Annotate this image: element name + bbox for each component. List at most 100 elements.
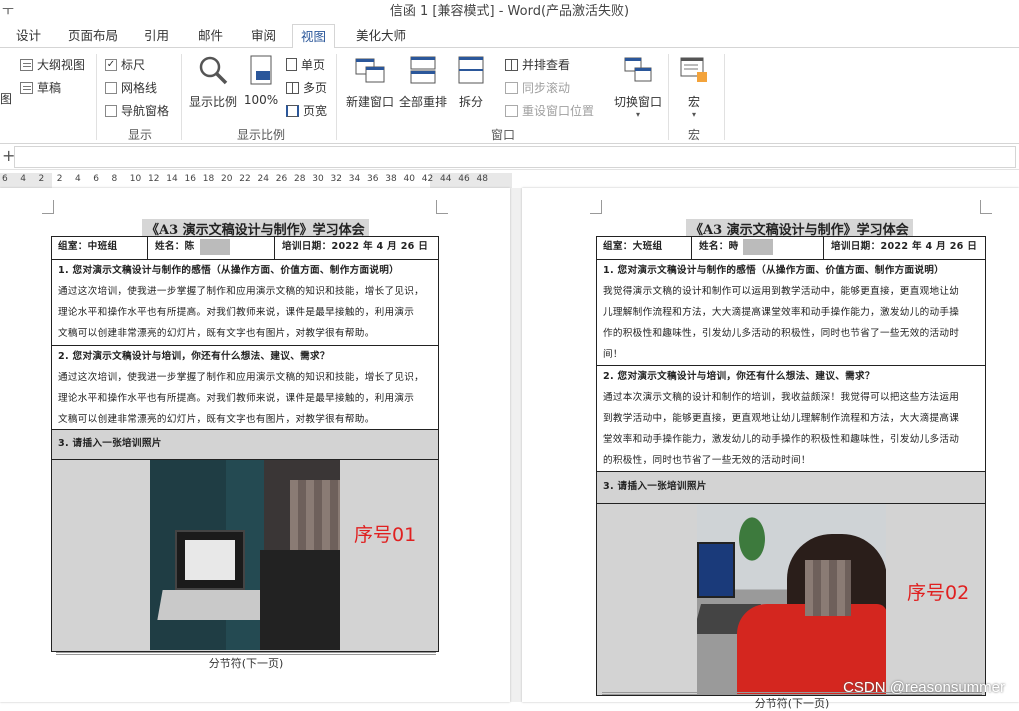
horizontal-ruler[interactable]: 6 4 2 2 4 6 8 10 12 14 16 18 20 22 24 26 28 30 32 34 36 38 40 4…: [0, 173, 512, 188]
q1-cell: 1. 您对演示文稿设计与制作的感悟（从操作方面、价值方面、制作方面说明） 通过这…: [52, 259, 438, 345]
document-canvas[interactable]: 《A3 演示文稿设计与制作》学习体会 组室：中班组 姓名：陈 培训日期：2022…: [0, 188, 1019, 710]
report-table[interactable]: 组室：中班组 姓名：陈 培训日期：2022 年 4 月 26 日 1. 您对演示…: [51, 236, 439, 652]
ribbon: 图 大纲视图 草稿 ✓ 标尺 网格线 导航窗格 显示 显示比例 100% 单页 …: [0, 48, 1019, 144]
quick-access-icon[interactable]: ㅜ: [2, 0, 14, 24]
toolbar-input[interactable]: [14, 146, 1016, 168]
ruler-number: 36: [367, 174, 379, 184]
photo-cell: 序号02: [597, 503, 985, 695]
ruler-check-icon: ✓: [105, 58, 117, 71]
ruler-number: 18: [202, 174, 215, 184]
ruler-number: 48: [476, 174, 488, 184]
section-break: 分节符(下一页): [56, 652, 436, 671]
tab-view[interactable]: 视图: [292, 24, 336, 49]
gridlines-checkbox[interactable]: 网格线: [105, 79, 157, 96]
reset-position-icon: [505, 104, 518, 117]
tab-references[interactable]: 引用: [136, 24, 177, 48]
q2-cell: 2. 您对演示文稿设计与培训，你还有什么想法、建议、需求？ 通过本次演示文稿的设…: [597, 365, 985, 471]
zoom-button[interactable]: 显示比例: [188, 54, 238, 110]
a1-line: 作的积极性和趣味性，引发幼儿多活动的积极性，同时也节省了一些无效的活动时: [603, 328, 960, 339]
outline-view-label: 大纲视图: [37, 58, 86, 72]
a1-line: 我觉得演示文稿的设计和制作可以运用到教学活动中，能够更直接，更直观地让幼: [603, 286, 960, 297]
view-partial-label[interactable]: 图: [0, 90, 12, 107]
q2-text: 2. 您对演示文稿设计与培训，你还有什么想法、建议、需求？: [603, 371, 875, 382]
switch-windows-button[interactable]: 切换窗口 ▾: [610, 54, 666, 119]
chevron-down-icon: ▾: [691, 110, 696, 119]
q2-text: 2. 您对演示文稿设计与培训，你还有什么想法、建议、需求？: [58, 351, 330, 362]
group-divider: [724, 54, 725, 140]
macros-label: 宏: [687, 95, 700, 109]
ruler-number: 46: [458, 174, 470, 184]
page-100-icon: [250, 55, 272, 85]
face-mosaic: [805, 560, 851, 616]
split-button[interactable]: 拆分: [454, 54, 488, 110]
side-by-side-button[interactable]: 并排查看: [505, 56, 570, 73]
chevron-down-icon: ▾: [635, 110, 640, 119]
q2-cell: 2. 您对演示文稿设计与培训，你还有什么想法、建议、需求？ 通过这次培训，使我进…: [52, 345, 438, 429]
tab-design[interactable]: 设计: [8, 24, 49, 48]
page-width-button[interactable]: 页宽: [286, 102, 327, 119]
ruler-number: 10: [129, 174, 142, 184]
q3-cell: 3. 请插入一张培训照片: [597, 471, 985, 503]
arrange-all-button[interactable]: 全部重排: [398, 54, 448, 110]
tab-beautify[interactable]: 美化大师: [348, 24, 414, 48]
person-body: [260, 550, 340, 650]
ruler-number: 12: [148, 174, 160, 184]
gridlines-label: 网格线: [121, 81, 158, 95]
switch-windows-icon: [624, 57, 652, 82]
group-cell: 组室：大班组: [603, 241, 663, 252]
group-divider: [668, 54, 669, 140]
q1-cell: 1. 您对演示文稿设计与制作的感悟（从操作方面、价值方面、制作方面说明） 我觉得…: [597, 259, 985, 365]
report-table[interactable]: 组室：大班组 姓名：時 培训日期：2022 年 4 月 26 日 1. 您对演示…: [596, 236, 986, 696]
tab-review[interactable]: 审阅: [243, 24, 284, 48]
macros-button[interactable]: 宏 ▾: [676, 54, 712, 119]
window-title: 信函 1 [兼容模式] - Word(产品激活失败): [389, 4, 630, 19]
new-window-button[interactable]: 新建窗口: [343, 54, 397, 110]
group-cell: 组室：中班组: [58, 241, 118, 252]
nav-pane-label: 导航窗格: [121, 104, 170, 118]
magnifier-icon: [199, 56, 228, 85]
training-photo[interactable]: [150, 460, 340, 650]
outline-view-button[interactable]: 大纲视图: [20, 56, 85, 73]
ruler-number: 20: [221, 174, 233, 184]
q3-text: 3. 请插入一张培训照片: [58, 438, 162, 449]
margin-corner-mark: [980, 200, 992, 214]
monitor: [697, 542, 735, 598]
a2-line: 通过这次培训，使我进一步掌握了制作和应用演示文稿的知识和技能，增长了见识，: [58, 372, 425, 383]
page-width-label: 页宽: [303, 104, 328, 118]
arrange-all-label: 全部重排: [398, 95, 447, 109]
page-right: 《A3 演示文稿设计与制作》学习体会 组室：大班组 姓名：時 培训日期：2022…: [522, 188, 1019, 710]
outline-icon: [20, 58, 33, 71]
ruler-number: 22: [239, 174, 251, 184]
title-bar: ㅜ 信函 1 [兼容模式] - Word(产品激活失败): [0, 0, 1019, 24]
date-cell: 培训日期：2022 年 4 月 26 日: [831, 241, 978, 252]
plant: [737, 514, 767, 564]
reset-window-position-button[interactable]: 重设窗口位置: [505, 102, 594, 119]
draft-view-label: 草稿: [37, 81, 62, 95]
tab-mailings[interactable]: 邮件: [190, 24, 231, 48]
a2-line: 堂效率和动手操作能力，激发幼儿的动手操作的积极性和趣味性，引发幼儿多活动: [603, 434, 960, 445]
tab-page-layout[interactable]: 页面布局: [60, 24, 126, 48]
info-row: 组室：中班组 姓名：陈 培训日期：2022 年 4 月 26 日: [52, 237, 438, 259]
page-width-icon: [286, 104, 299, 117]
ruler-number: 6: [93, 174, 99, 184]
window-group-label: 窗口: [490, 128, 515, 142]
sync-scroll-button[interactable]: 同步滚动: [505, 79, 570, 96]
group-divider: [181, 54, 182, 140]
zoom-100-button[interactable]: 100%: [243, 54, 279, 107]
name-mosaic: [743, 239, 773, 255]
zoom-button-label: 显示比例: [188, 95, 237, 109]
draft-view-button[interactable]: 草稿: [20, 79, 61, 96]
one-page-button[interactable]: 单页: [286, 56, 325, 73]
q3-cell: 3. 请插入一张培训照片: [52, 429, 438, 459]
ruler-number: 38: [385, 174, 397, 184]
new-window-icon: [355, 58, 385, 83]
group-divider: [96, 54, 97, 140]
multi-page-button[interactable]: 多页: [286, 79, 327, 96]
q3-text: 3. 请插入一张培训照片: [603, 481, 707, 492]
ruler-checkbox[interactable]: ✓ 标尺: [105, 56, 145, 73]
watermark: CSDN @reasonsummer: [843, 679, 1005, 696]
nav-pane-checkbox[interactable]: 导航窗格: [105, 102, 169, 119]
training-photo[interactable]: [697, 504, 886, 694]
new-window-label: 新建窗口: [345, 95, 394, 109]
ruler-label: 标尺: [121, 58, 146, 72]
